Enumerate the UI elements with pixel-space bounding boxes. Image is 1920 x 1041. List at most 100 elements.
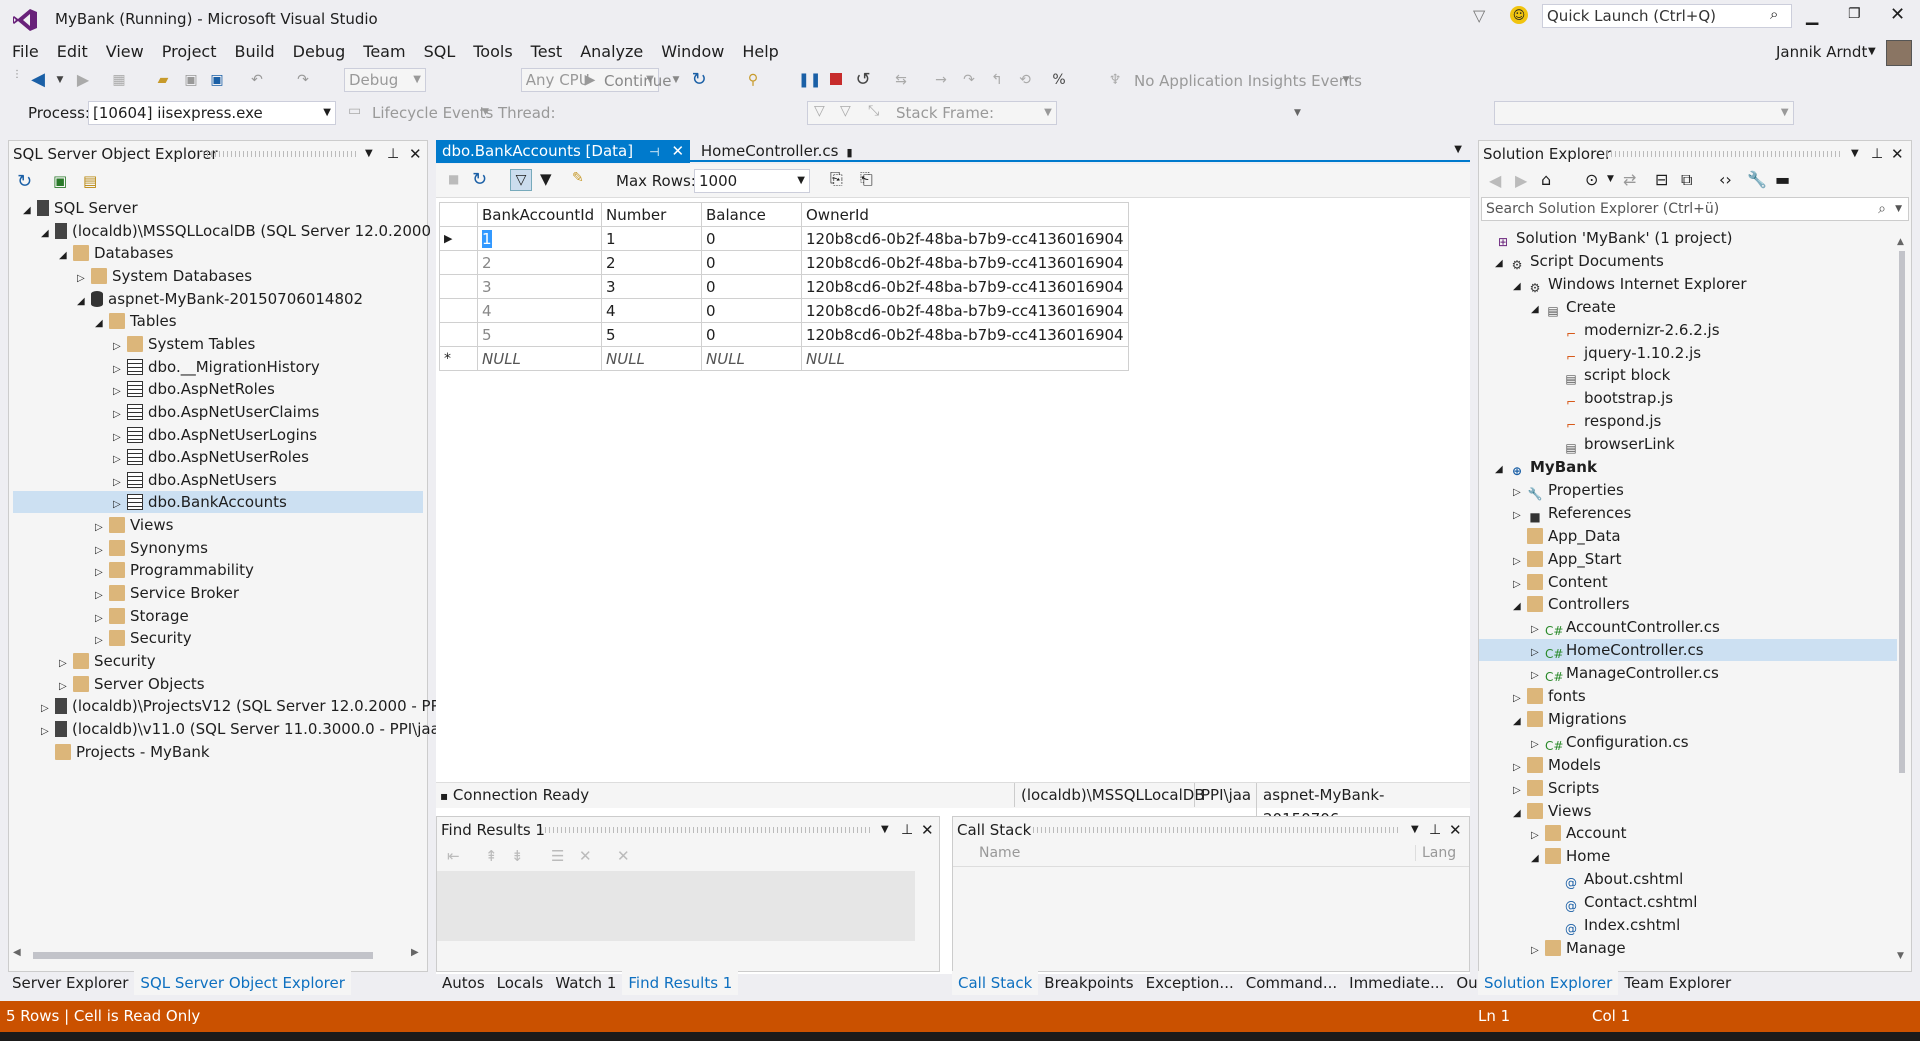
break-all-icon[interactable]: ❚❚ (798, 68, 821, 92)
forward-icon[interactable]: ▶ (1515, 171, 1527, 190)
menu-analyze[interactable]: Analyze (571, 40, 652, 64)
restore-icon[interactable]: ⟲ (1014, 68, 1036, 92)
scroll-right-icon[interactable]: ▶ (411, 947, 419, 958)
show-threads-icon[interactable]: ⤡ (868, 103, 879, 119)
column-header[interactable]: OwnerId (801, 202, 1129, 227)
row-header[interactable] (439, 298, 478, 323)
table-row[interactable]: 2 2 0 120b8cd6-0b2f-48ba-b7b9-cc4136016904 (439, 250, 1129, 275)
grid-cell[interactable]: 5 (477, 322, 602, 347)
expand-arrow-icon[interactable]: ▷ (1531, 734, 1545, 756)
close-panel-icon[interactable]: ✕ (1891, 141, 1904, 167)
solution-tree-node[interactable]: ◢ ⊕ MyBank (1495, 456, 1597, 478)
solution-tree-node[interactable]: @ About.cshtml (1549, 868, 1683, 890)
close-panel-icon[interactable]: ✕ (409, 141, 422, 167)
menu-help[interactable]: Help (733, 40, 787, 64)
sort-filter-icon[interactable]: ▽ (510, 169, 532, 191)
expand-arrow-icon[interactable]: ▷ (1513, 551, 1527, 573)
grid-cell[interactable]: 2 (601, 250, 702, 275)
column-name[interactable]: Name (979, 845, 1020, 861)
pin-tab-icon[interactable]: ⊣ (649, 145, 659, 159)
user-name[interactable]: Jannik Arndt (1776, 43, 1867, 61)
solution-tree-node[interactable]: ▤ script block (1549, 364, 1670, 386)
grid-cell[interactable]: 5 (601, 322, 702, 347)
thread-filter-icon[interactable]: ▽ (840, 103, 851, 119)
collapse-arrow-icon[interactable]: ◢ (1495, 253, 1509, 275)
column-lang[interactable]: Lang (1415, 845, 1456, 861)
row-header[interactable] (439, 274, 478, 299)
clear-icon[interactable]: ☰ (551, 847, 564, 865)
restore-button[interactable]: ❐ (1848, 6, 1861, 22)
sql-tree-node[interactable]: ◢ Databases (59, 242, 173, 264)
tab-solution-explorer[interactable]: Solution Explorer (1478, 971, 1619, 995)
grid-cell[interactable]: 0 (701, 250, 802, 275)
sql-tree-node[interactable]: ▷ dbo.AspNetRoles (113, 378, 275, 400)
expand-arrow-icon[interactable]: ▷ (1531, 940, 1545, 962)
sql-tree-node[interactable]: ▷ dbo.AspNetUserLogins (113, 424, 317, 446)
scroll-left-icon[interactable]: ◀ (13, 947, 21, 958)
grid-cell[interactable]: 4 (601, 298, 702, 323)
sql-tree-node[interactable]: ▷ (localdb)\v11.0 (SQL Server 11.0.3000.0… (41, 718, 446, 740)
column-header[interactable]: Number (601, 202, 702, 227)
null-cell[interactable]: NULL (477, 346, 602, 371)
expand-arrow-icon[interactable]: ▷ (1531, 619, 1545, 641)
expand-arrow-icon[interactable]: ▷ (1513, 688, 1527, 710)
continue-dropdown-icon[interactable]: ▼ (670, 68, 682, 92)
stop-icon[interactable]: ■ (448, 172, 459, 186)
sql-tree-node[interactable]: ▷ dbo.AspNetUsers (113, 469, 277, 491)
collapse-arrow-icon[interactable]: ◢ (23, 200, 37, 222)
cancel-icon[interactable]: ✕ (617, 847, 630, 865)
sql-tree-node[interactable]: ▷ Programmability (95, 559, 254, 581)
open-file-icon[interactable]: ▰ (152, 68, 174, 92)
collapse-arrow-icon[interactable]: ◢ (1513, 711, 1527, 733)
tab-bank-accounts-data[interactable]: dbo.BankAccounts [Data] ⊣ ✕ (436, 140, 691, 163)
sync-icon[interactable]: ⇄ (1623, 170, 1636, 189)
solution-tree-node[interactable]: ▷ C# HomeController.cs (1479, 639, 1897, 662)
collapse-arrow-icon[interactable]: ◢ (59, 245, 73, 267)
quick-launch-input[interactable]: Quick Launch (Ctrl+Q) (1542, 4, 1792, 28)
tab-watch-1[interactable]: Watch 1 (549, 971, 622, 995)
solution-tree-node[interactable]: ▷ C# AccountController.cs (1531, 616, 1720, 638)
feedback-smiley-icon[interactable]: ☺ (1510, 6, 1528, 24)
tab-immediate-window[interactable]: Immediate... (1343, 971, 1450, 995)
step-into-icon[interactable]: → (930, 68, 952, 92)
grid-cell[interactable]: 120b8cd6-0b2f-48ba-b7b9-cc4136016904 (801, 274, 1129, 299)
solution-tree-node[interactable]: ◢ Controllers (1513, 593, 1630, 615)
show-all-files-icon[interactable]: ⧉ (1681, 170, 1692, 190)
grid-cell[interactable]: 120b8cd6-0b2f-48ba-b7b9-cc4136016904 (801, 322, 1129, 347)
tab-locals[interactable]: Locals (491, 971, 550, 995)
grid-cell[interactable]: 4 (477, 298, 602, 323)
pin-icon[interactable]: ⊥ (1429, 817, 1441, 843)
grid-cell[interactable]: 120b8cd6-0b2f-48ba-b7b9-cc4136016904 (801, 250, 1129, 275)
new-row[interactable]: * NULL NULL NULL NULL (439, 346, 1129, 371)
new-project-icon[interactable]: ▦ (108, 68, 130, 92)
expand-arrow-icon[interactable]: ▷ (1513, 757, 1527, 779)
tab-breakpoints[interactable]: Breakpoints (1038, 971, 1139, 995)
insights-icon[interactable]: ♆ (1104, 68, 1126, 92)
sql-tree-node[interactable]: ▷ dbo.AspNetUserClaims (113, 401, 319, 423)
refresh-icon[interactable]: ↻ (17, 171, 32, 192)
stack-frame-select[interactable]: ▼ (1493, 101, 1794, 125)
minimize-button[interactable]: ▁ (1806, 6, 1818, 25)
redo-icon[interactable]: ↷ (292, 68, 314, 92)
pin-icon[interactable]: ⊥ (901, 817, 913, 843)
tab-server-explorer[interactable]: Server Explorer (6, 971, 134, 995)
collapse-arrow-icon[interactable]: ◢ (95, 313, 109, 335)
sql-tree-node[interactable]: ▷ dbo.AspNetUserRoles (113, 446, 309, 468)
preview-icon[interactable]: ▬ (1775, 170, 1790, 189)
horizontal-scrollbar[interactable]: ◀ ▶ (13, 947, 423, 963)
grid-cell[interactable]: 3 (601, 274, 702, 299)
sql-tree-node[interactable]: ◢ aspnet-MyBank-20150706014802 (77, 288, 363, 310)
close-button[interactable]: ✕ (1890, 4, 1905, 25)
menu-build[interactable]: Build (225, 40, 283, 64)
next-location-icon[interactable]: ⇟ (511, 847, 524, 865)
grid-cell[interactable]: 3 (477, 274, 602, 299)
vertical-scrollbar[interactable]: ▲ ▼ (1895, 237, 1909, 967)
tab-team-explorer[interactable]: Team Explorer (1618, 971, 1737, 995)
lifecycle-dropdown-icon[interactable]: ▼ (482, 107, 489, 117)
disconnect-icon[interactable]: ▤ (83, 172, 97, 190)
save-all-icon[interactable]: ▣ (206, 68, 228, 92)
solution-tree-node[interactable]: ◢ Views (1513, 800, 1591, 822)
collapse-arrow-icon[interactable]: ◢ (1531, 299, 1545, 321)
solution-tree-node[interactable]: ◢ ▤ Create (1531, 296, 1616, 318)
menu-debug[interactable]: Debug (284, 40, 355, 64)
